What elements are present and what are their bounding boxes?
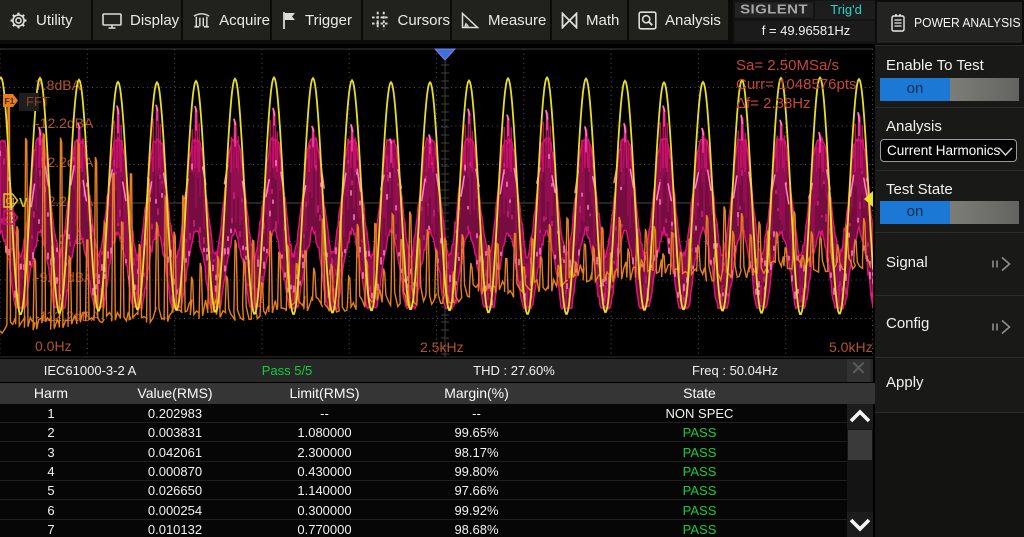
- svg-text:2.5kHz: 2.5kHz: [420, 339, 464, 355]
- svg-text:Curr= 1048576pts: Curr= 1048576pts: [736, 76, 857, 93]
- svg-text:V: V: [19, 195, 28, 210]
- svg-text:C1: C1: [6, 197, 17, 206]
- svg-text:FFT: FFT: [26, 94, 50, 109]
- svg-text:0.0Hz: 0.0Hz: [35, 338, 72, 354]
- svg-text:F1: F1: [5, 96, 15, 106]
- svg-text:Δf= 2.38Hz: Δf= 2.38Hz: [736, 95, 811, 112]
- svg-text:5.0kHz: 5.0kHz: [829, 339, 873, 355]
- svg-text:C2: C2: [6, 214, 17, 223]
- svg-text:Sa= 2.50MSa/s: Sa= 2.50MSa/s: [736, 57, 839, 74]
